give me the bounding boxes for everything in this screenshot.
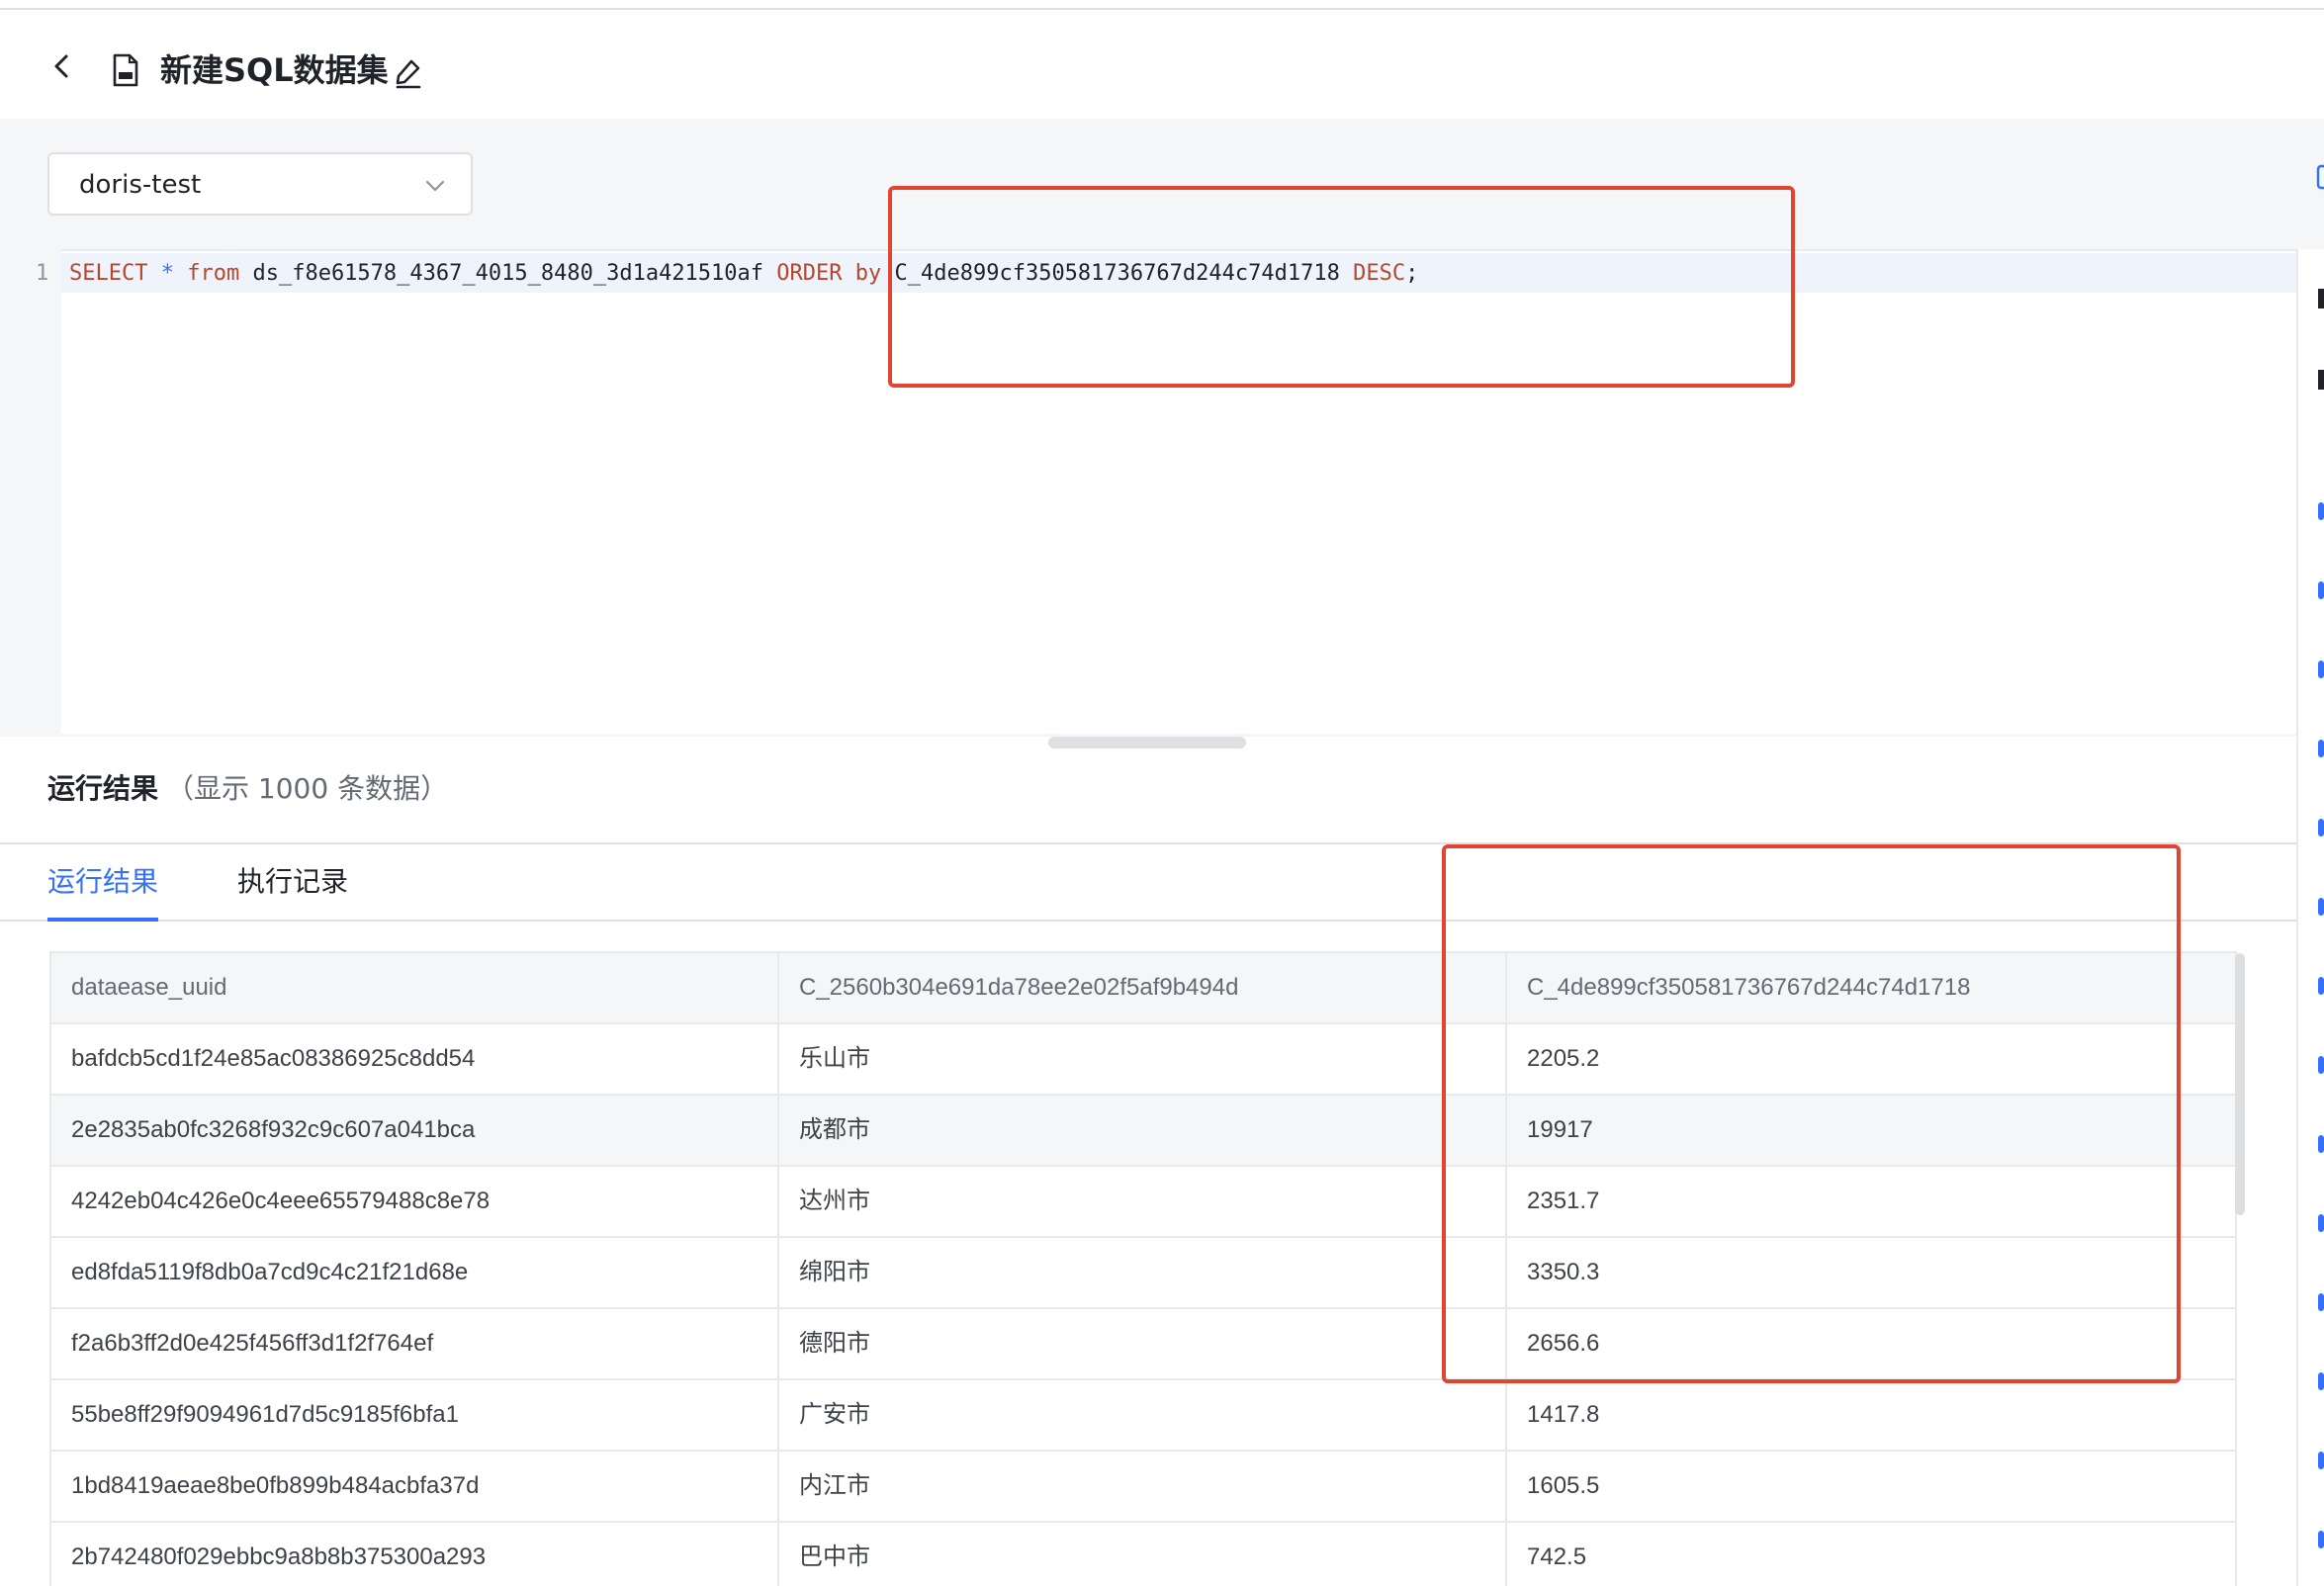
back-arrow-icon[interactable] [45, 49, 79, 83]
sql-keyword-select: SELECT [69, 261, 148, 286]
table-cell: 广安市 [779, 1380, 1507, 1450]
table-row[interactable]: 55be8ff29f9094961d7d5c9185f6bfa1 广安市 141… [51, 1380, 2235, 1452]
chevron-down-icon [423, 174, 447, 198]
table-cell: 德阳市 [779, 1309, 1507, 1378]
edit-pencil-icon[interactable] [394, 57, 423, 89]
table-cell: 55be8ff29f9094961d7d5c9185f6bfa1 [51, 1380, 779, 1450]
table-header-row: dataease_uuid C_2560b304e691da78ee2e02f5… [51, 953, 2235, 1024]
panel-toggle-icon[interactable] [2316, 164, 2324, 190]
table-cell: f2a6b3ff2d0e425f456ff3d1f2f764ef [51, 1309, 779, 1378]
result-count-note: （显示 1000 条数据） [166, 772, 449, 805]
field-marker [2318, 1372, 2324, 1390]
sql-keyword-order-by: ORDER by [776, 261, 882, 286]
sql-keyword-desc: DESC [1353, 261, 1406, 286]
table-row[interactable]: 2b742480f029ebbc9a8b8b375300a293 巴中市 742… [51, 1523, 2235, 1586]
table-cell: 1605.5 [1527, 1472, 1600, 1499]
column-header[interactable]: dataease_uuid [51, 953, 779, 1022]
field-marker [2318, 819, 2324, 837]
table-cell: 达州市 [779, 1167, 1507, 1236]
table-cell: 1bd8419aeae8be0fb899b484acbfa37d [51, 1452, 779, 1521]
table-row[interactable]: 4242eb04c426e0c4eee65579488c8e78 达州市 235… [51, 1167, 2235, 1238]
line-number: 1 [36, 261, 49, 286]
table-cell: 1417.8 [1527, 1401, 1600, 1428]
table-cell: 2351.7 [1527, 1188, 1600, 1214]
table-cell: 绵阳市 [779, 1238, 1507, 1307]
field-marker [2318, 581, 2324, 599]
tab-execution-log[interactable]: 执行记录 [237, 864, 348, 900]
field-marker [2318, 1452, 2324, 1469]
field-marker [2318, 661, 2324, 678]
field-marker [2318, 1214, 2324, 1232]
sql-keyword-from: from [187, 261, 240, 286]
table-cell: 742.5 [1527, 1543, 1587, 1570]
panel-marker [2318, 289, 2324, 308]
table-cell: 3350.3 [1527, 1259, 1600, 1285]
panel-marker [2318, 370, 2324, 390]
column-header[interactable]: C_2560b304e691da78ee2e02f5af9b494d [779, 953, 1507, 1022]
code-editor[interactable] [61, 249, 2296, 734]
table-cell: 2b742480f029ebbc9a8b8b375300a293 [51, 1523, 779, 1586]
table-cell: 乐山市 [779, 1024, 1507, 1094]
field-marker [2318, 740, 2324, 757]
field-marker [2318, 1531, 2324, 1548]
datasource-select[interactable]: doris-test [47, 152, 473, 216]
sql-star: * [160, 261, 174, 286]
field-marker [2318, 1135, 2324, 1153]
tab-bar-divider [0, 920, 2296, 922]
sql-order-column: C_4de899cf350581736767d244c74d1718 [894, 261, 1340, 286]
sql-table-name: ds_f8e61578_4367_4015_8480_3d1a421510af [252, 261, 764, 286]
field-marker [2318, 1056, 2324, 1074]
page-title: 新建SQL数据集 [160, 51, 389, 89]
field-marker [2318, 1293, 2324, 1311]
table-cell: bafdcb5cd1f24e85ac08386925c8dd54 [51, 1024, 779, 1094]
table-row[interactable]: ed8fda5119f8db0a7cd9c4c21f21d68e 绵阳市 335… [51, 1238, 2235, 1309]
table-row[interactable]: bafdcb5cd1f24e85ac08386925c8dd54 乐山市 220… [51, 1024, 2235, 1096]
table-cell: 2205.2 [1527, 1045, 1600, 1072]
table-row[interactable]: 2e2835ab0fc3268f932c9c607a041bca 成都市 199… [51, 1096, 2235, 1167]
sql-statement[interactable]: SELECT * from ds_f8e61578_4367_4015_8480… [69, 259, 1418, 289]
resize-handle[interactable] [1048, 737, 1246, 749]
active-tab-indicator [47, 918, 158, 922]
datasource-selected-value: doris-test [79, 170, 202, 200]
section-divider [0, 842, 2296, 844]
sql-file-icon [111, 53, 140, 87]
field-marker [2318, 977, 2324, 995]
tab-run-result[interactable]: 运行结果 [47, 864, 158, 900]
table-cell: 4242eb04c426e0c4eee65579488c8e78 [51, 1167, 779, 1236]
table-cell: 19917 [1527, 1116, 1593, 1143]
field-marker [2318, 898, 2324, 916]
result-heading: 运行结果 （显示 1000 条数据） [47, 771, 448, 807]
line-gutter [0, 249, 61, 734]
field-marker [2318, 502, 2324, 520]
table-cell: 2e2835ab0fc3268f932c9c607a041bca [51, 1096, 779, 1165]
result-table: dataease_uuid C_2560b304e691da78ee2e02f5… [49, 951, 2237, 1586]
table-cell: 成都市 [779, 1096, 1507, 1165]
table-cell: 巴中市 [779, 1523, 1507, 1586]
table-cell: 2656.6 [1527, 1330, 1600, 1357]
page-header: 新建SQL数据集 [0, 10, 2324, 119]
table-row[interactable]: f2a6b3ff2d0e425f456ff3d1f2f764ef 德阳市 265… [51, 1309, 2235, 1380]
column-header[interactable]: C_4de899cf350581736767d244c74d1718 [1507, 953, 2235, 1022]
result-title: 运行结果 [47, 772, 159, 805]
table-cell: ed8fda5119f8db0a7cd9c4c21f21d68e [51, 1238, 779, 1307]
table-scrollbar[interactable] [2235, 953, 2245, 1215]
table-cell: 内江市 [779, 1452, 1507, 1521]
table-row[interactable]: 1bd8419aeae8be0fb899b484acbfa37d 内江市 160… [51, 1452, 2235, 1523]
sql-semicolon: ; [1405, 261, 1419, 286]
